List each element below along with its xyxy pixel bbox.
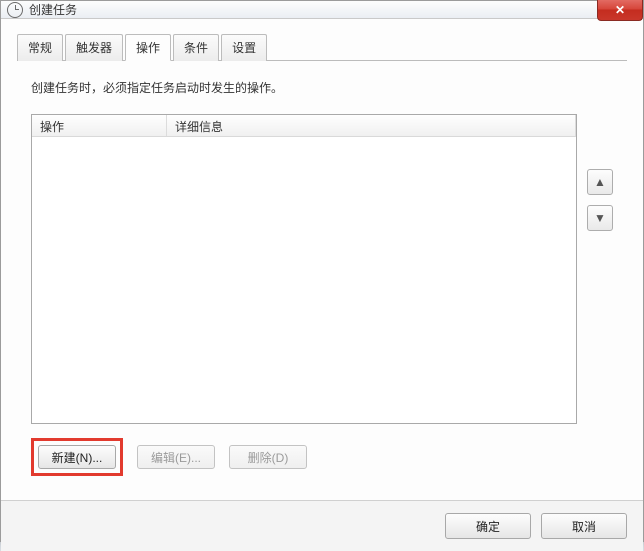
table-area: 操作 详细信息 ▲ ▼ bbox=[31, 114, 613, 424]
chevron-up-icon: ▲ bbox=[594, 175, 606, 189]
dialog-footer: 确定 取消 bbox=[1, 500, 643, 551]
dialog-window: 创建任务 ✕ 常规 触发器 操作 条件 设置 创建任务时，必须指定任务启动时发生… bbox=[0, 0, 644, 542]
highlight-box: 新建(N)... bbox=[31, 438, 123, 476]
close-button[interactable]: ✕ bbox=[597, 0, 643, 21]
close-icon: ✕ bbox=[615, 3, 625, 17]
tab-triggers[interactable]: 触发器 bbox=[65, 34, 123, 61]
column-header-detail[interactable]: 详细信息 bbox=[167, 115, 576, 136]
move-up-button[interactable]: ▲ bbox=[587, 169, 613, 195]
titlebar: 创建任务 ✕ bbox=[1, 1, 643, 19]
window-title: 创建任务 bbox=[29, 1, 77, 18]
tab-conditions[interactable]: 条件 bbox=[173, 34, 219, 61]
panel-description: 创建任务时，必须指定任务启动时发生的操作。 bbox=[31, 79, 613, 96]
ok-button[interactable]: 确定 bbox=[445, 513, 531, 539]
delete-button: 删除(D) bbox=[229, 445, 307, 469]
clock-icon bbox=[7, 2, 23, 18]
actions-list[interactable]: 操作 详细信息 bbox=[31, 114, 577, 424]
tab-general[interactable]: 常规 bbox=[17, 34, 63, 61]
reorder-buttons: ▲ ▼ bbox=[587, 169, 613, 231]
list-header: 操作 详细信息 bbox=[32, 115, 576, 137]
tab-panel-actions: 创建任务时，必须指定任务启动时发生的操作。 操作 详细信息 ▲ ▼ bbox=[17, 61, 627, 488]
cancel-button[interactable]: 取消 bbox=[541, 513, 627, 539]
column-header-action[interactable]: 操作 bbox=[32, 115, 167, 136]
new-button[interactable]: 新建(N)... bbox=[38, 445, 116, 469]
action-buttons-row: 新建(N)... 编辑(E)... 删除(D) bbox=[31, 438, 613, 476]
content-area: 常规 触发器 操作 条件 设置 创建任务时，必须指定任务启动时发生的操作。 操作… bbox=[1, 19, 643, 500]
tab-settings[interactable]: 设置 bbox=[221, 34, 267, 61]
chevron-down-icon: ▼ bbox=[594, 211, 606, 225]
edit-button: 编辑(E)... bbox=[137, 445, 215, 469]
move-down-button[interactable]: ▼ bbox=[587, 205, 613, 231]
tab-strip: 常规 触发器 操作 条件 设置 bbox=[17, 33, 627, 61]
tab-actions[interactable]: 操作 bbox=[125, 34, 171, 61]
